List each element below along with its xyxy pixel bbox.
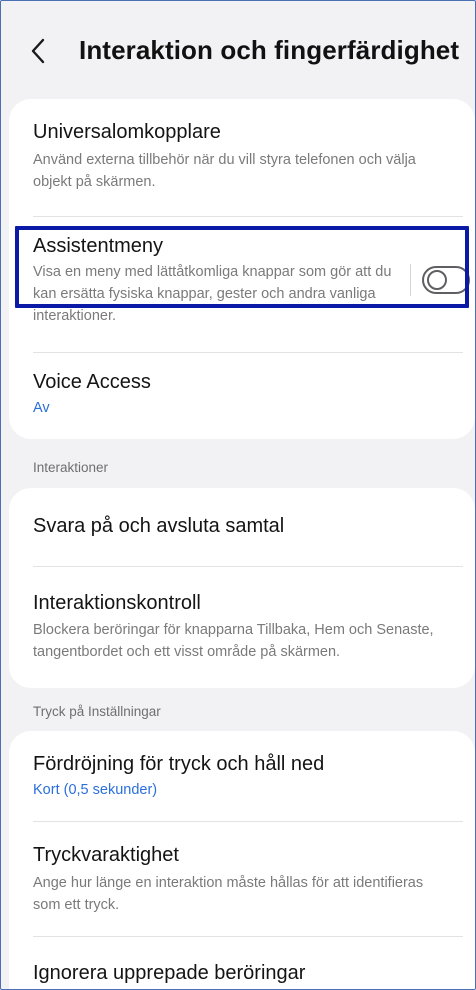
settings-card-tryck: Fördröjning för tryck och håll ned Kort … xyxy=(9,731,475,989)
item-title: Universalomkopplare xyxy=(33,121,221,143)
assistentmeny-toggle[interactable] xyxy=(422,266,470,294)
item-subtitle: Blockera beröringar för knapparna Tillba… xyxy=(33,622,434,660)
settings-card-main: Universalomkopplare Använd externa tillb… xyxy=(9,99,475,439)
section-label-interaktioner: Interaktioner xyxy=(33,460,109,475)
item-value: Kort (0,5 sekunder) xyxy=(33,782,158,798)
app-header: Interaktion och fingerfärdighet xyxy=(1,1,475,101)
item-subtitle: Ange hur länge en interaktion måste håll… xyxy=(33,875,424,913)
item-title: Ignorera upprepade beröringar xyxy=(33,962,306,984)
item-title: Tryckvaraktighet xyxy=(33,844,179,866)
item-subtitle: Använd externa tillbehör när du vill sty… xyxy=(33,152,416,190)
list-item-ignorera-upprepade[interactable]: Ignorera upprepade beröringar xyxy=(9,937,475,989)
list-item-tryckvaraktighet[interactable]: Tryckvaraktighet Ange hur länge en inter… xyxy=(9,822,475,936)
item-title: Svara på och avsluta samtal xyxy=(33,515,285,537)
list-item-svara-avsluta-samtal[interactable]: Svara på och avsluta samtal xyxy=(9,488,475,566)
list-item-voice-access[interactable]: Voice Access Av xyxy=(9,353,475,439)
list-item-assistentmeny[interactable]: Assistentmeny Visa en meny med lättåtkom… xyxy=(9,217,475,352)
list-item-universalomkopplare[interactable]: Universalomkopplare Använd externa tillb… xyxy=(9,99,475,216)
chevron-left-icon xyxy=(31,38,45,64)
list-item-interaktionskontroll[interactable]: Interaktionskontroll Blockera beröringar… xyxy=(9,567,475,688)
item-title: Fördröjning för tryck och håll ned xyxy=(33,753,325,775)
item-title: Assistentmeny xyxy=(33,235,164,257)
toggle-separator xyxy=(410,264,411,296)
section-label-tryck-installningar: Tryck på Inställningar xyxy=(33,704,161,719)
item-title: Voice Access xyxy=(33,371,151,393)
list-item-fordrojning[interactable]: Fördröjning för tryck och håll ned Kort … xyxy=(9,731,475,821)
item-title: Interaktionskontroll xyxy=(33,592,201,614)
toggle-knob xyxy=(427,270,447,290)
settings-card-interaktioner: Svara på och avsluta samtal Interaktions… xyxy=(9,488,475,688)
item-subtitle: Visa en meny med lättåtkomliga knappar s… xyxy=(33,264,392,324)
settings-screen: Interaktion och fingerfärdighet Universa… xyxy=(0,0,476,990)
item-value: Av xyxy=(33,400,50,416)
back-button[interactable] xyxy=(23,29,53,73)
page-title: Interaktion och fingerfärdighet xyxy=(79,35,460,65)
